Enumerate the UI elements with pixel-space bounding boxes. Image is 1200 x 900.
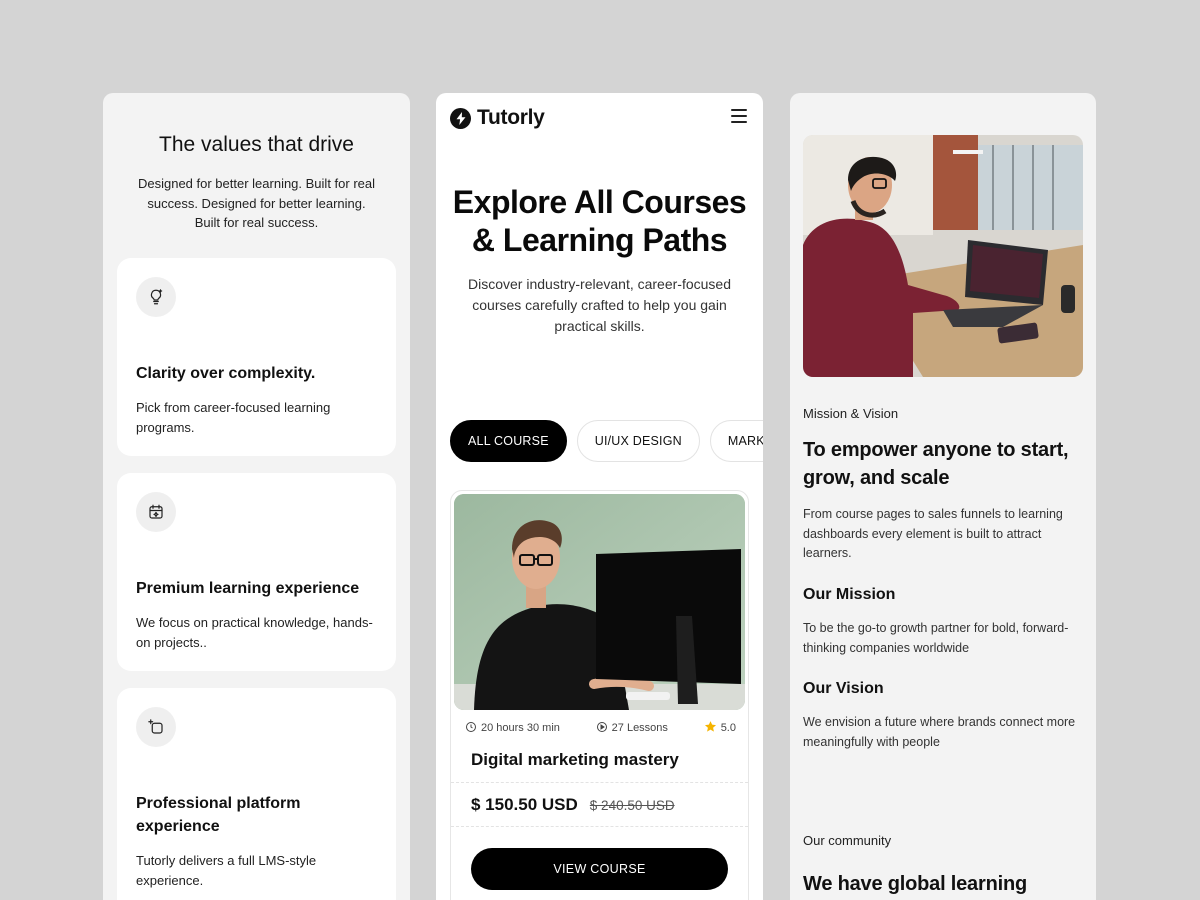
original-price: $ 240.50 USD: [589, 798, 675, 813]
star-icon: [704, 720, 717, 736]
page-title: Explore All Courses & Learning Paths: [452, 184, 747, 258]
our-vision-text: We envision a future where brands connec…: [803, 715, 1076, 749]
divider: [451, 782, 748, 783]
lightbulb-icon: [136, 277, 176, 317]
mission-intro: From course pages to sales funnels to le…: [803, 507, 1063, 560]
value-card-professional: Professional platform experience Tutorly…: [117, 688, 396, 900]
mission-photo: [803, 135, 1083, 377]
course-lessons: 27 Lessons: [611, 722, 668, 734]
mission-panel: Mission & Vision To empower anyone to st…: [790, 93, 1096, 900]
chip-ui-ux-design[interactable]: UI/UX DESIGN: [576, 420, 700, 462]
values-panel: The values that drive Designed for bette…: [103, 93, 410, 900]
value-card-title: Professional platform experience: [136, 795, 301, 835]
community-heading: We have global learning: [803, 873, 1027, 895]
values-subtitle: Designed for better learning. Built for …: [137, 176, 375, 230]
calendar-sparkle-icon: [136, 492, 176, 532]
course-duration: 20 hours 30 min: [481, 722, 560, 734]
clock-icon: [465, 721, 477, 736]
value-card-title: Clarity over complexity.: [136, 365, 316, 382]
play-icon: [596, 721, 608, 736]
courses-panel: Tutorly Explore All Courses & Learning P…: [436, 93, 763, 900]
course-card[interactable]: 20 hours 30 min 27 Lessons 5.0 Digital m…: [450, 490, 749, 900]
value-card-desc: Pick from career-focused learning progra…: [136, 400, 331, 435]
chip-marketing[interactable]: MARKETING: [709, 420, 763, 462]
value-card-clarity: Clarity over complexity. Pick from caree…: [117, 258, 396, 456]
course-thumbnail: [454, 494, 745, 710]
divider: [451, 826, 748, 827]
brand-logo[interactable]: Tutorly: [450, 106, 545, 130]
value-card-desc: We focus on practical knowledge, hands-o…: [136, 615, 373, 650]
community-label: Our community: [803, 833, 892, 848]
section-label: Mission & Vision: [803, 406, 899, 421]
course-meta: 20 hours 30 min 27 Lessons 5.0: [465, 720, 736, 736]
brand-name: Tutorly: [477, 106, 545, 129]
category-filter: ALL COURSE UI/UX DESIGN MARKETING: [450, 420, 763, 462]
view-course-button[interactable]: VIEW COURSE: [471, 848, 728, 890]
bolt-icon: [450, 107, 471, 129]
value-card-title: Premium learning experience: [136, 580, 360, 597]
mission-heading: To empower anyone to start, grow, and sc…: [803, 439, 1069, 489]
course-title[interactable]: Digital marketing mastery: [471, 750, 679, 770]
chip-all-course[interactable]: ALL COURSE: [450, 420, 567, 462]
course-rating: 5.0: [720, 722, 736, 734]
current-price: $ 150.50 USD: [471, 795, 578, 814]
our-vision-title: Our Vision: [803, 680, 884, 697]
hamburger-menu-icon[interactable]: [731, 109, 747, 123]
values-title: The values that drive: [159, 133, 354, 156]
square-plus-icon: [136, 707, 176, 747]
value-card-desc: Tutorly delivers a full LMS-style experi…: [136, 853, 317, 888]
our-mission-title: Our Mission: [803, 586, 896, 603]
course-price: $ 150.50 USD $ 240.50 USD: [471, 795, 675, 815]
our-mission-text: To be the go-to growth partner for bold,…: [803, 621, 1069, 655]
value-card-premium: Premium learning experience We focus on …: [117, 473, 396, 671]
page-subtitle: Discover industry-relevant, career-focus…: [468, 276, 731, 334]
